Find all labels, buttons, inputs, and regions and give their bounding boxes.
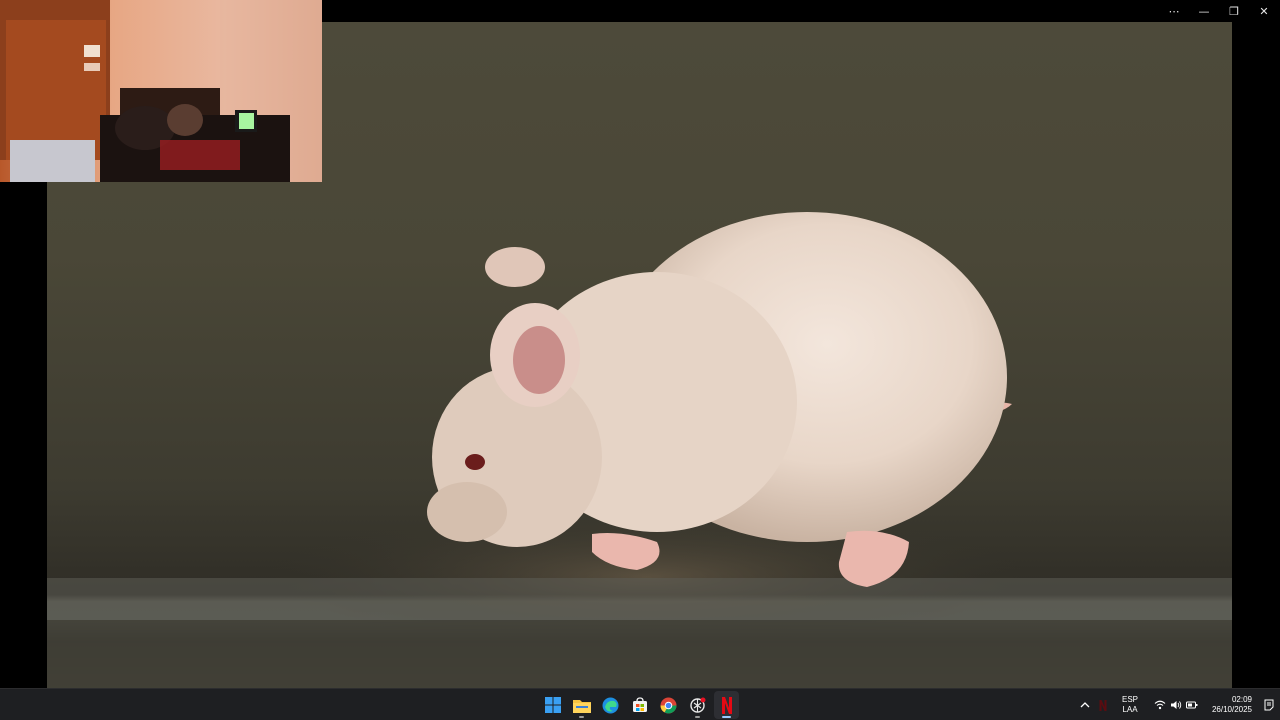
edge-icon xyxy=(602,697,619,713)
netflix-icon xyxy=(721,696,732,714)
camera-feed-image xyxy=(0,0,322,182)
tray-app-button[interactable] xyxy=(1094,699,1112,711)
close-button[interactable]: ✕ xyxy=(1249,0,1279,22)
system-tray: ESP LAA 02:09 26/10/2025 xyxy=(1076,689,1280,720)
taskbar-chrome[interactable] xyxy=(656,691,681,719)
desktop-screen: ⋯ — ❐ ✕ ESP LAA 02:09 26/10/2025 xyxy=(0,0,1280,720)
running-indicator xyxy=(579,716,584,718)
pip-camera-feed[interactable] xyxy=(0,0,322,182)
start-icon xyxy=(544,697,561,713)
chevron-up-icon xyxy=(1080,702,1090,708)
wifi-icon xyxy=(1154,700,1166,710)
notification-icon xyxy=(1264,699,1274,711)
taskbar-store[interactable] xyxy=(627,691,652,719)
more-options-button[interactable]: ⋯ xyxy=(1159,0,1189,22)
active-indicator xyxy=(722,716,731,718)
clock-date: 26/10/2025 xyxy=(1211,705,1252,714)
netflix-tray-icon xyxy=(1099,699,1107,711)
language-indicator[interactable]: ESP LAA xyxy=(1112,695,1148,715)
clock-button[interactable]: 02:09 26/10/2025 xyxy=(1206,695,1258,715)
taskbar-openai[interactable] xyxy=(685,691,710,719)
show-hidden-icons-button[interactable] xyxy=(1076,699,1094,711)
notification-button[interactable] xyxy=(1258,699,1280,711)
taskbar-edge[interactable] xyxy=(598,691,623,719)
volume-icon xyxy=(1171,701,1182,709)
file-explorer-icon xyxy=(572,700,591,713)
battery-icon xyxy=(1186,701,1198,709)
chrome-icon xyxy=(660,697,677,713)
minimize-button[interactable]: — xyxy=(1189,0,1219,22)
taskbar-file-explorer[interactable] xyxy=(569,691,594,719)
taskbar: ESP LAA 02:09 26/10/2025 xyxy=(0,688,1280,720)
keyboard-layout: LAA xyxy=(1122,705,1138,714)
openai-icon xyxy=(690,697,706,713)
start-button[interactable] xyxy=(540,691,565,719)
language-code: ESP xyxy=(1121,695,1138,704)
store-icon xyxy=(632,697,647,712)
clock-time: 02:09 xyxy=(1231,695,1252,704)
quick-settings-button[interactable] xyxy=(1148,700,1206,710)
running-indicator xyxy=(695,716,700,718)
taskbar-apps xyxy=(540,689,739,720)
restore-button[interactable]: ❐ xyxy=(1219,0,1249,22)
taskbar-netflix[interactable] xyxy=(714,691,739,719)
